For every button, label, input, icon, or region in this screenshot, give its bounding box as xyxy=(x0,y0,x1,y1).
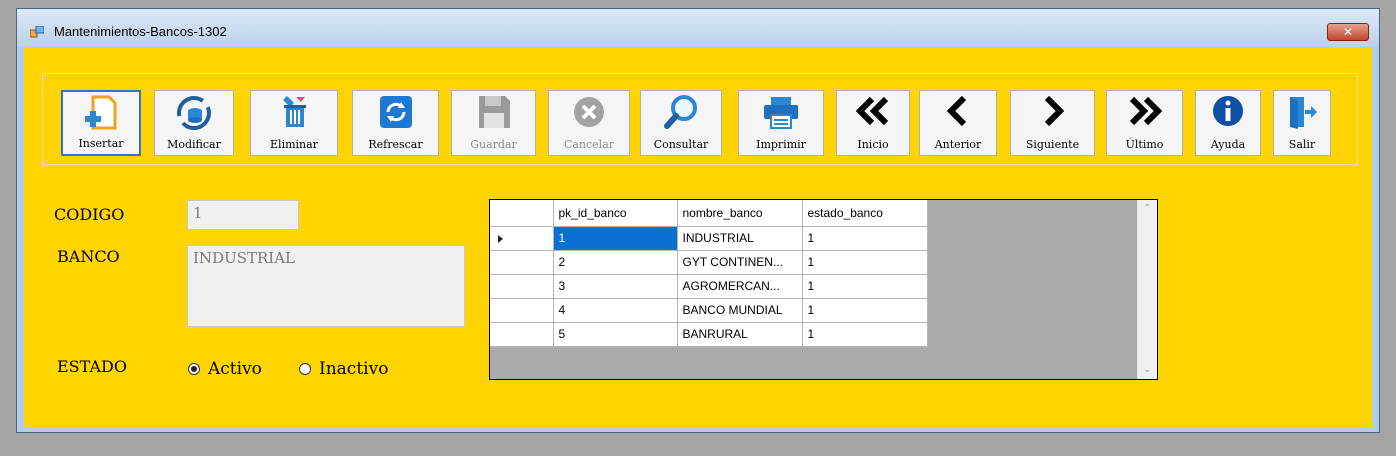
refresh-icon xyxy=(379,96,412,128)
table-row[interactable]: 1 INDUSTRIAL 1 xyxy=(490,226,928,251)
scroll-up-icon[interactable]: ⌃ xyxy=(1138,200,1157,218)
first-record-button[interactable]: Inicio xyxy=(836,90,910,156)
app-icon xyxy=(30,26,44,38)
modify-button-label: Modificar xyxy=(167,138,221,151)
table-cell[interactable]: 1 xyxy=(802,322,928,347)
grid-header-row: pk_id_banco nombre_banco estado_banco xyxy=(490,200,928,227)
close-button[interactable]: ✕ xyxy=(1327,23,1369,41)
query-button-label: Consultar xyxy=(653,138,709,151)
banco-field[interactable]: INDUSTRIAL xyxy=(187,245,465,327)
save-button-label: Guardar xyxy=(470,138,517,151)
next-record-label: Siguiente xyxy=(1025,138,1080,151)
chevron-left-icon xyxy=(946,95,967,127)
print-button-label: Imprimir xyxy=(756,138,806,151)
main-window: Mantenimientos-Bancos-1302 ✕ Insertar Mo… xyxy=(16,8,1380,433)
exit-button-label: Salir xyxy=(1288,138,1316,151)
insert-button[interactable]: Insertar xyxy=(61,90,141,156)
table-cell[interactable]: 1 xyxy=(802,250,928,275)
window-title: Mantenimientos-Bancos-1302 xyxy=(54,24,227,39)
delete-button-label: Eliminar xyxy=(270,138,318,151)
column-header-pk-id-banco[interactable]: pk_id_banco xyxy=(553,200,678,227)
table-cell[interactable]: BANRURAL xyxy=(677,322,803,347)
query-button[interactable]: Consultar xyxy=(640,90,722,156)
table-row[interactable]: 4 BANCO MUNDIAL 1 xyxy=(490,298,928,323)
grid-vertical-scrollbar[interactable]: ⌃ ⌄ xyxy=(1137,200,1157,379)
toolbar-group: Insertar Modificar Eliminar Refrescar Gu… xyxy=(42,73,1358,165)
table-row[interactable]: 5 BANRURAL 1 xyxy=(490,322,928,347)
save-icon xyxy=(478,96,510,128)
insert-button-label: Insertar xyxy=(78,137,124,150)
form-client-area: Insertar Modificar Eliminar Refrescar Gu… xyxy=(24,47,1372,427)
grid-table: pk_id_banco nombre_banco estado_banco 1 … xyxy=(490,200,928,347)
banks-data-grid[interactable]: pk_id_banco nombre_banco estado_banco 1 … xyxy=(489,199,1158,380)
refresh-button-label: Refrescar xyxy=(368,138,423,151)
column-header-nombre-banco[interactable]: nombre_banco xyxy=(677,200,803,227)
info-icon xyxy=(1213,96,1243,126)
print-button[interactable]: Imprimir xyxy=(738,90,824,156)
help-button[interactable]: Ayuda xyxy=(1195,90,1261,156)
previous-record-label: Anterior xyxy=(934,138,982,151)
estado-inactivo-radio[interactable]: Inactivo xyxy=(299,359,399,381)
exit-icon xyxy=(1290,97,1317,129)
table-cell[interactable]: 1 xyxy=(802,298,928,323)
radio-indicator-unchecked xyxy=(299,363,311,375)
codigo-label: CODIGO xyxy=(54,205,125,224)
estado-activo-label: Activo xyxy=(208,359,262,379)
double-chevron-right-icon xyxy=(1129,96,1162,126)
table-cell[interactable]: GYT CONTINEN... xyxy=(677,250,803,275)
current-row-pointer-icon xyxy=(498,234,503,243)
chevron-right-icon xyxy=(1044,95,1064,127)
cancel-button[interactable]: Cancelar xyxy=(548,90,630,156)
delete-button[interactable]: Eliminar xyxy=(250,90,338,156)
row-header[interactable] xyxy=(490,322,554,347)
exit-button[interactable]: Salir xyxy=(1273,90,1331,156)
radio-indicator-checked xyxy=(188,363,200,375)
table-cell[interactable]: INDUSTRIAL xyxy=(677,226,803,251)
next-record-button[interactable]: Siguiente xyxy=(1010,90,1095,156)
estado-inactivo-label: Inactivo xyxy=(319,359,389,379)
estado-activo-radio[interactable]: Activo xyxy=(188,359,278,381)
modify-button[interactable]: Modificar xyxy=(154,90,234,156)
row-header[interactable] xyxy=(490,274,554,299)
cancel-icon xyxy=(574,97,604,127)
table-row[interactable]: 2 GYT CONTINEN... 1 xyxy=(490,250,928,275)
cancel-button-label: Cancelar xyxy=(563,138,615,151)
double-chevron-left-icon xyxy=(855,96,889,126)
table-cell[interactable]: 4 xyxy=(553,298,678,323)
grid-corner-cell xyxy=(490,200,554,227)
title-bar[interactable]: Mantenimientos-Bancos-1302 ✕ xyxy=(17,9,1379,47)
previous-record-button[interactable]: Anterior xyxy=(919,90,997,156)
table-cell[interactable]: 1 xyxy=(802,274,928,299)
first-record-label: Inicio xyxy=(857,138,889,151)
save-button[interactable]: Guardar xyxy=(451,90,536,156)
help-button-label: Ayuda xyxy=(1210,138,1246,151)
table-cell[interactable]: AGROMERCAN... xyxy=(677,274,803,299)
scroll-down-icon[interactable]: ⌄ xyxy=(1138,361,1157,379)
search-icon xyxy=(664,95,697,129)
estado-label: ESTADO xyxy=(57,357,127,376)
codigo-field[interactable]: 1 xyxy=(187,200,299,230)
table-cell[interactable]: BANCO MUNDIAL xyxy=(677,298,803,323)
last-record-label: Último xyxy=(1125,138,1164,151)
row-header[interactable] xyxy=(490,226,554,251)
radio-dot xyxy=(191,366,197,372)
refresh-button[interactable]: Refrescar xyxy=(352,90,439,156)
delete-icon xyxy=(283,96,306,127)
table-row[interactable]: 3 AGROMERCAN... 1 xyxy=(490,274,928,299)
printer-icon xyxy=(764,97,798,129)
banco-label: BANCO xyxy=(57,247,120,266)
table-cell[interactable]: 5 xyxy=(553,322,678,347)
table-cell[interactable]: 1 xyxy=(553,226,678,251)
insert-icon xyxy=(85,95,117,130)
row-header[interactable] xyxy=(490,250,554,275)
table-cell[interactable]: 1 xyxy=(802,226,928,251)
table-cell[interactable]: 3 xyxy=(553,274,678,299)
last-record-button[interactable]: Último xyxy=(1106,90,1183,156)
row-header[interactable] xyxy=(490,298,554,323)
table-cell[interactable]: 2 xyxy=(553,250,678,275)
column-header-estado-banco[interactable]: estado_banco xyxy=(802,200,928,227)
modify-icon xyxy=(177,96,211,130)
